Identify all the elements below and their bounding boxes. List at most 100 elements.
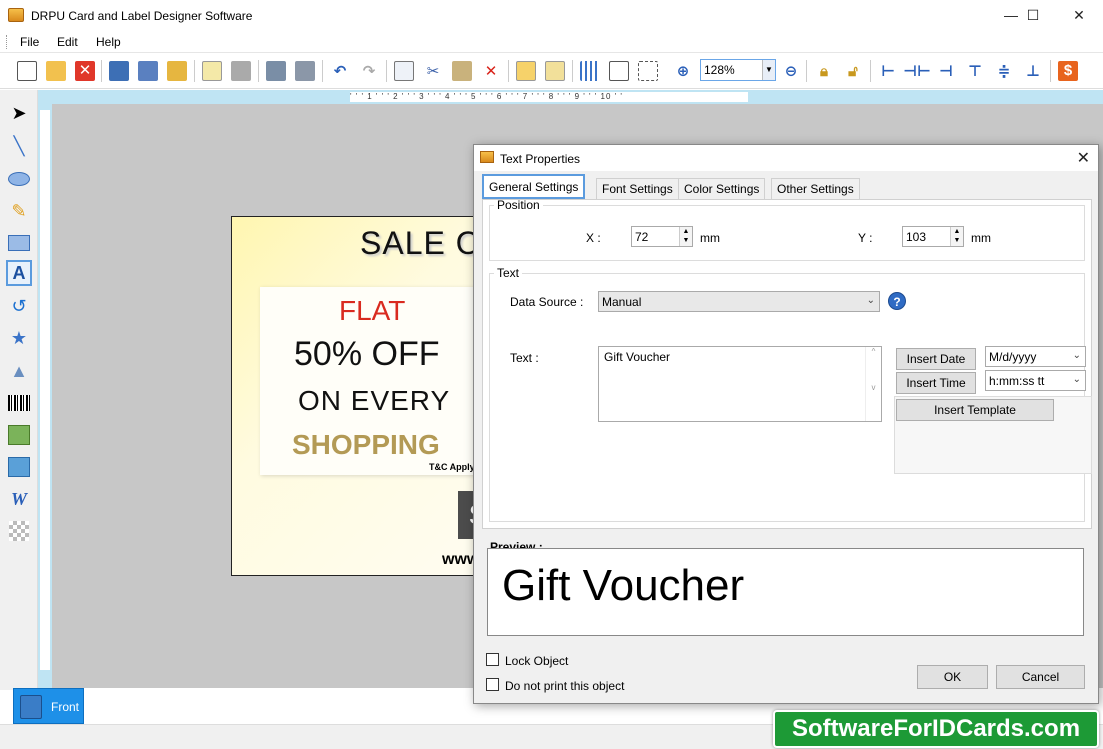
- insert-template-button[interactable]: Insert Template: [896, 399, 1054, 421]
- zoom-settings-icon[interactable]: [636, 59, 660, 83]
- x-spinner[interactable]: 72 ▲ ▼: [631, 226, 693, 247]
- card-flat-text[interactable]: FLAT: [339, 295, 405, 327]
- card-terms-text[interactable]: T&C Apply: [429, 462, 475, 472]
- tab-general-settings[interactable]: General Settings: [482, 174, 586, 199]
- chevron-down-icon[interactable]: ⌄: [1073, 374, 1081, 385]
- image-library-icon[interactable]: [6, 454, 32, 480]
- menu-file[interactable]: File: [20, 35, 39, 49]
- tab-other-settings[interactable]: Other Settings: [771, 178, 860, 199]
- grid-icon[interactable]: [578, 59, 602, 83]
- card-every-text[interactable]: ON EVERY: [298, 385, 450, 417]
- edit-icon[interactable]: [200, 59, 224, 83]
- send-back-icon[interactable]: [543, 59, 567, 83]
- x-label: X :: [586, 231, 601, 245]
- maximize-button[interactable]: ☐: [1010, 0, 1056, 31]
- menu-bar: File Edit Help: [0, 31, 1103, 53]
- no-print-label[interactable]: Do not print this object: [505, 679, 624, 693]
- image-tool-icon[interactable]: [6, 422, 32, 448]
- y-unit: mm: [971, 231, 991, 245]
- data-source-select[interactable]: Manual ⌄: [598, 291, 880, 312]
- preview-text: Gift Voucher: [502, 561, 745, 610]
- open-icon[interactable]: [44, 59, 68, 83]
- dialog-title-bar: Text Properties ✕: [474, 145, 1098, 171]
- cut-icon[interactable]: ✂: [421, 59, 445, 83]
- redo-icon[interactable]: ↷: [357, 59, 381, 83]
- card-shopping-text[interactable]: SHOPPING: [292, 429, 440, 461]
- textarea-scrollbar[interactable]: ^ v: [865, 347, 881, 421]
- align-left-icon[interactable]: ⊢: [876, 59, 900, 83]
- align-center-icon[interactable]: ⊣⊢: [903, 59, 930, 83]
- text-input[interactable]: Gift Voucher ^ v: [598, 346, 882, 422]
- page-tab-front[interactable]: Front: [13, 688, 84, 724]
- zoom-in-icon[interactable]: ⊕: [671, 59, 695, 83]
- x-unit: mm: [700, 231, 720, 245]
- print-icon[interactable]: [229, 59, 253, 83]
- menu-help[interactable]: Help: [96, 35, 121, 49]
- line-tool-icon[interactable]: ╲: [6, 133, 32, 159]
- dialog-app-icon: [480, 151, 494, 163]
- ellipse-tool-icon[interactable]: [6, 166, 32, 192]
- chevron-down-icon[interactable]: ▼: [762, 60, 775, 80]
- menu-edit[interactable]: Edit: [57, 35, 78, 49]
- text-tool-icon[interactable]: A: [6, 260, 32, 286]
- no-print-checkbox[interactable]: [486, 678, 499, 691]
- zoom-combo[interactable]: 128% ▼: [700, 59, 776, 81]
- database-settings-icon[interactable]: [293, 59, 317, 83]
- undo-icon[interactable]: ↶: [328, 59, 352, 83]
- data-source-value: Manual: [602, 295, 642, 309]
- page-tab-label: Front: [51, 700, 80, 714]
- lock-object-checkbox[interactable]: [486, 653, 499, 666]
- triangle-tool-icon[interactable]: ▲: [6, 358, 32, 384]
- preview-box: Gift Voucher: [487, 548, 1084, 636]
- select-tool-icon[interactable]: ➤: [6, 100, 32, 126]
- fit-icon[interactable]: [607, 59, 631, 83]
- save-icon[interactable]: [107, 59, 131, 83]
- vertical-ruler-scale: [40, 110, 50, 670]
- cancel-button[interactable]: Cancel: [996, 665, 1085, 689]
- unlock-icon[interactable]: 🔓︎: [841, 59, 865, 83]
- y-label: Y :: [858, 231, 873, 245]
- new-icon[interactable]: [15, 59, 39, 83]
- insert-date-button[interactable]: Insert Date: [896, 348, 976, 370]
- paste-icon[interactable]: [450, 59, 474, 83]
- spin-arrows-icon[interactable]: ▲ ▼: [679, 227, 692, 246]
- insert-time-button[interactable]: Insert Time: [896, 372, 976, 394]
- lock-icon[interactable]: 🔒︎: [812, 59, 836, 83]
- buy-icon[interactable]: $: [1056, 59, 1080, 83]
- close-button[interactable]: ✕: [1056, 0, 1102, 31]
- database-icon[interactable]: [264, 59, 288, 83]
- close-file-icon[interactable]: ✕: [73, 59, 97, 83]
- tab-color-settings[interactable]: Color Settings: [678, 178, 766, 199]
- tab-font-settings[interactable]: Font Settings: [596, 178, 679, 199]
- watermark-tool-icon[interactable]: [6, 518, 32, 544]
- align-bottom-icon[interactable]: ⊥: [1021, 59, 1045, 83]
- ok-button[interactable]: OK: [917, 665, 988, 689]
- bring-front-icon[interactable]: [514, 59, 538, 83]
- lock-object-label[interactable]: Lock Object: [505, 654, 568, 668]
- save-as-icon[interactable]: [136, 59, 160, 83]
- align-middle-icon[interactable]: ≑: [992, 59, 1016, 83]
- pencil-tool-icon[interactable]: ✎: [6, 198, 32, 224]
- align-top-icon[interactable]: ⊤: [963, 59, 987, 83]
- card-discount-text[interactable]: 50% OFF: [294, 335, 439, 374]
- help-icon[interactable]: ?: [888, 292, 906, 310]
- star-tool-icon[interactable]: ★: [6, 325, 32, 351]
- dialog-close-icon[interactable]: ✕: [1077, 148, 1090, 168]
- export-icon[interactable]: [165, 59, 189, 83]
- spin-arrows-icon[interactable]: ▲ ▼: [950, 227, 963, 246]
- chevron-down-icon[interactable]: ⌄: [867, 295, 875, 306]
- zoom-out-icon[interactable]: ⊖: [779, 59, 803, 83]
- rectangle-tool-icon[interactable]: [6, 230, 32, 256]
- copy-icon[interactable]: [392, 59, 416, 83]
- curve-tool-icon[interactable]: ↺: [6, 293, 32, 319]
- chevron-down-icon[interactable]: ⌄: [1073, 350, 1081, 361]
- wordart-tool-icon[interactable]: W: [6, 486, 32, 512]
- barcode-tool-icon[interactable]: [6, 390, 32, 416]
- site-watermark: SoftwareForIDCards.com: [773, 710, 1099, 748]
- align-right-icon[interactable]: ⊣: [934, 59, 958, 83]
- time-format-select[interactable]: h:mm:ss tt ⌄: [985, 370, 1086, 391]
- delete-icon[interactable]: ✕: [479, 59, 503, 83]
- y-spinner[interactable]: 103 ▲ ▼: [902, 226, 964, 247]
- date-format-select[interactable]: M/d/yyyy ⌄: [985, 346, 1086, 367]
- y-value: 103: [906, 230, 927, 244]
